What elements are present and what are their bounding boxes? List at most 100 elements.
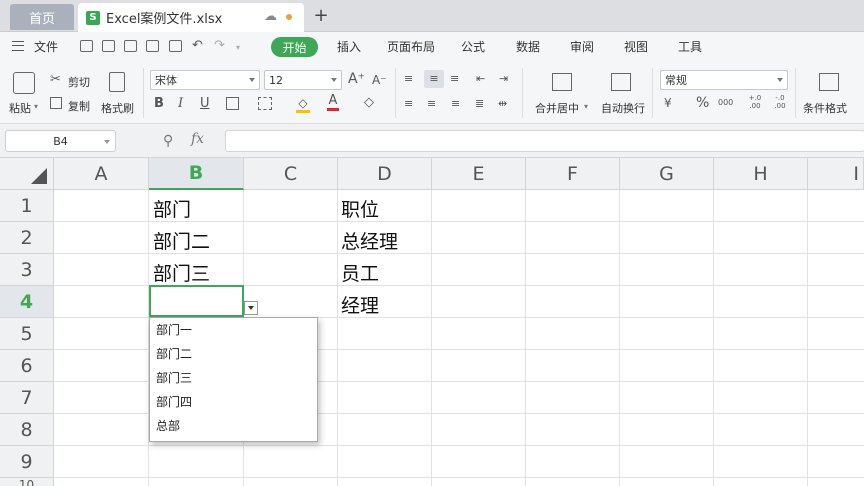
thousands-button[interactable]: 000 xyxy=(718,96,733,110)
distribute-icon[interactable]: ⇹ xyxy=(498,97,507,111)
menu-bar: 文件 ↶ ↷ ▾ 开始 插入 页面布局 公式 数据 审阅 视图 工具 xyxy=(0,32,864,62)
fill-color-icon[interactable]: ◇ xyxy=(296,96,310,113)
align-left-icon[interactable]: ≡ xyxy=(404,97,413,111)
menu-tab-review[interactable]: 审阅 xyxy=(570,38,594,55)
column-header-c[interactable]: C xyxy=(244,158,338,190)
decimal-increase-button[interactable]: +.0 .00 xyxy=(745,94,765,110)
cell-d2[interactable]: 总经理 xyxy=(341,227,398,254)
cut-button[interactable]: 剪切 xyxy=(68,74,90,90)
row-header-6[interactable]: 6 xyxy=(0,350,54,382)
number-format-select[interactable]: 常规 xyxy=(660,70,788,90)
redo-icon[interactable]: ↷ xyxy=(214,39,225,53)
dropdown-option[interactable]: 部门四 xyxy=(156,391,311,413)
new-tab-button[interactable]: + xyxy=(310,4,332,26)
cell-style-icon[interactable] xyxy=(258,97,272,110)
column-header-g[interactable]: G xyxy=(620,158,714,190)
row-header-1[interactable]: 1 xyxy=(0,190,54,222)
border-icon[interactable] xyxy=(226,97,239,110)
menu-tab-data[interactable]: 数据 xyxy=(516,38,540,55)
save-icon[interactable] xyxy=(102,40,115,52)
merge-dropdown-icon[interactable]: ▾ xyxy=(584,102,588,111)
indent-increase-icon[interactable]: ⇥ xyxy=(499,72,508,86)
row-header-8[interactable]: 8 xyxy=(0,414,54,446)
align-right-icon[interactable]: ≡ xyxy=(451,97,460,111)
paste-icon[interactable] xyxy=(13,72,35,94)
more-icon[interactable]: ▾ xyxy=(236,41,240,55)
align-top-icon[interactable]: ≡ xyxy=(404,72,413,86)
wrap-text-button[interactable]: 自动换行 xyxy=(601,100,645,116)
row-header-5[interactable]: 5 xyxy=(0,318,54,350)
hamburger-menu-icon[interactable] xyxy=(12,41,24,51)
row-header-10[interactable]: 10 xyxy=(0,478,54,486)
cell-b2[interactable]: 部门二 xyxy=(153,227,210,254)
conditional-format-button[interactable]: 条件格式 xyxy=(803,100,847,116)
bold-button[interactable]: B xyxy=(154,97,164,111)
menu-tab-page-layout[interactable]: 页面布局 xyxy=(387,38,435,55)
tab-home[interactable]: 首页 xyxy=(10,4,74,30)
dropdown-option[interactable]: 部门一 xyxy=(156,319,311,341)
formula-input[interactable] xyxy=(225,130,864,152)
menu-tab-tools[interactable]: 工具 xyxy=(678,38,702,55)
copy-button[interactable]: 复制 xyxy=(68,98,90,114)
row-header-7[interactable]: 7 xyxy=(0,382,54,414)
increase-font-icon[interactable]: A⁺ xyxy=(348,72,365,86)
font-name-select[interactable]: 宋体 xyxy=(150,70,260,90)
function-icon[interactable]: fx xyxy=(191,131,204,147)
print-icon[interactable] xyxy=(146,40,159,52)
menu-tab-formula[interactable]: 公式 xyxy=(461,38,485,55)
open-icon[interactable] xyxy=(80,40,93,52)
align-middle-icon[interactable]: ≡ xyxy=(424,70,444,88)
tab-document[interactable]: S Excel案例文件.xlsx ☁ xyxy=(78,3,304,32)
cell-d4[interactable]: 经理 xyxy=(341,291,379,318)
format-painter-button[interactable]: 格式刷 xyxy=(101,100,134,116)
zoom-search-icon[interactable]: ⚲ xyxy=(163,133,173,149)
column-header-f[interactable]: F xyxy=(526,158,620,190)
underline-button[interactable]: U xyxy=(200,97,210,111)
justify-icon[interactable]: ≣ xyxy=(475,97,484,111)
paste-button[interactable]: 粘贴 xyxy=(9,100,31,116)
active-cell-b4[interactable] xyxy=(149,285,244,317)
cell-b3[interactable]: 部门三 xyxy=(153,259,210,286)
menu-tab-view[interactable]: 视图 xyxy=(624,38,648,55)
column-header-b[interactable]: B xyxy=(149,158,244,190)
row-header-4[interactable]: 4 xyxy=(0,286,54,318)
paste-dropdown-icon[interactable]: ▾ xyxy=(34,102,38,111)
font-size-select[interactable]: 12 xyxy=(264,70,342,90)
merge-center-button[interactable]: 合并居中 xyxy=(535,100,579,116)
dropdown-option[interactable]: 部门三 xyxy=(156,367,311,389)
font-color-icon[interactable]: A xyxy=(327,94,339,111)
indent-decrease-icon[interactable]: ⇤ xyxy=(476,72,485,86)
export-icon[interactable] xyxy=(124,40,137,52)
cell-reference: B4 xyxy=(53,134,68,148)
row-header-3[interactable]: 3 xyxy=(0,254,54,286)
column-header-i[interactable]: I xyxy=(808,158,864,190)
cell-dropdown-button[interactable] xyxy=(244,301,258,315)
menu-tab-home[interactable]: 开始 xyxy=(271,37,318,57)
column-header-h[interactable]: H xyxy=(714,158,808,190)
decrease-font-icon[interactable]: A⁻ xyxy=(372,73,387,87)
cell-d3[interactable]: 员工 xyxy=(341,259,379,286)
align-bottom-icon[interactable]: ≡ xyxy=(450,72,459,86)
menu-tab-insert[interactable]: 插入 xyxy=(337,38,361,55)
clear-format-icon[interactable]: ◇ xyxy=(364,96,374,110)
print-preview-icon[interactable] xyxy=(169,40,182,52)
cell-d1[interactable]: 职位 xyxy=(341,195,379,222)
align-center-icon[interactable]: ≡ xyxy=(427,97,436,111)
row-header-9[interactable]: 9 xyxy=(0,446,54,478)
menu-file[interactable]: 文件 xyxy=(34,38,58,55)
dropdown-option[interactable]: 部门二 xyxy=(156,343,311,365)
select-all-button[interactable] xyxy=(0,158,54,190)
column-header-d[interactable]: D xyxy=(338,158,432,190)
cloud-icon[interactable]: ☁ xyxy=(264,10,278,24)
column-header-a[interactable]: A xyxy=(54,158,149,190)
undo-icon[interactable]: ↶ xyxy=(192,39,203,53)
column-header-e[interactable]: E xyxy=(432,158,526,190)
decimal-decrease-button[interactable]: -.0 .00 xyxy=(770,94,790,110)
percent-button[interactable]: % xyxy=(696,96,709,110)
name-box[interactable]: B4 xyxy=(5,130,116,152)
italic-button[interactable]: I xyxy=(178,97,183,111)
cell-b1[interactable]: 部门 xyxy=(153,195,191,222)
currency-icon[interactable]: ¥ xyxy=(664,96,672,110)
row-header-2[interactable]: 2 xyxy=(0,222,54,254)
dropdown-option[interactable]: 总部 xyxy=(156,415,311,437)
